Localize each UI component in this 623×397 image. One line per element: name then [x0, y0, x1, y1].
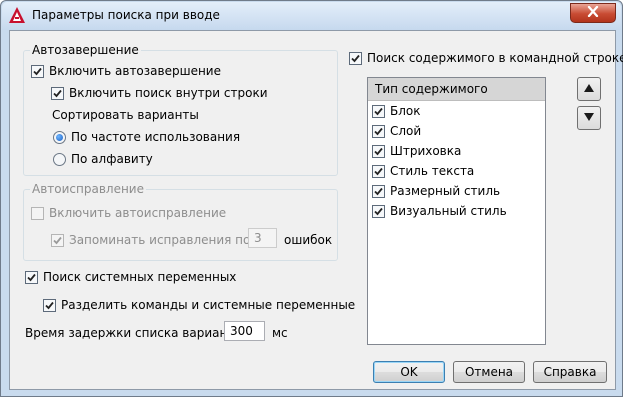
- checkbox-box[interactable]: [43, 298, 56, 312]
- substring-search-label: Включить поиск внутри строки: [69, 86, 268, 100]
- list-item-layer[interactable]: Слой: [368, 121, 545, 141]
- checkbox-box[interactable]: [372, 164, 385, 178]
- list-item-label: Размерный стиль: [390, 184, 501, 198]
- remember-corrections-label: Запоминать исправления после: [69, 233, 273, 247]
- help-button[interactable]: Справка: [533, 361, 607, 383]
- close-button[interactable]: [570, 3, 616, 23]
- substring-search-checkbox[interactable]: Включить поиск внутри строки: [51, 86, 268, 100]
- checkbox-box[interactable]: [372, 204, 385, 218]
- search-sysvars-checkbox[interactable]: Поиск системных переменных: [25, 270, 236, 284]
- cancel-button-label: Отмена: [464, 365, 514, 379]
- checkmark-icon: [53, 236, 62, 244]
- checkmark-icon: [27, 273, 36, 281]
- checkbox-box[interactable]: [372, 124, 385, 138]
- help-button-label: Справка: [543, 365, 597, 379]
- checkbox-box[interactable]: [51, 233, 64, 247]
- ok-button-label: OK: [400, 365, 418, 379]
- dialog-client-area: Автозавершение Включить автозавершение В…: [9, 30, 623, 390]
- sort-by-frequency-label: По частоте использования: [71, 130, 241, 144]
- search-sysvars-label: Поиск системных переменных: [43, 270, 237, 284]
- sort-options-label: Сортировать варианты: [52, 108, 199, 122]
- enable-autocomplete-checkbox[interactable]: Включить автозавершение: [31, 64, 221, 78]
- list-header-text: Тип содержимого: [375, 82, 488, 96]
- ok-button[interactable]: OK: [373, 361, 445, 383]
- title-bar[interactable]: Параметры поиска при вводе: [2, 2, 621, 30]
- checkmark-icon: [45, 301, 54, 309]
- autocorrect-group: Автоисправление: [23, 182, 338, 261]
- enable-autocorrect-label: Включить автоисправление: [49, 206, 227, 220]
- checkmark-icon: [374, 167, 383, 175]
- checkbox-box[interactable]: [51, 86, 64, 100]
- sort-by-frequency-radio[interactable]: По частоте использования: [53, 130, 240, 144]
- list-item-block[interactable]: Блок: [368, 101, 545, 121]
- checkbox-box[interactable]: [31, 206, 44, 220]
- remember-corrections-checkbox[interactable]: Запоминать исправления после: [51, 233, 272, 247]
- corrections-count-input[interactable]: 3: [248, 228, 277, 248]
- checkmark-icon: [351, 54, 360, 62]
- list-item-label: Блок: [390, 104, 421, 118]
- up-arrow-icon: [583, 82, 595, 96]
- list-item-visual-style[interactable]: Визуальный стиль: [368, 201, 545, 221]
- delay-label: Время задержки списка вариантов: [25, 326, 249, 340]
- checkmark-icon: [53, 89, 62, 97]
- radio-button[interactable]: [53, 130, 66, 144]
- list-item-dim-style[interactable]: Размерный стиль: [368, 181, 545, 201]
- delay-value: 300: [230, 324, 253, 338]
- errors-label: ошибок: [284, 233, 332, 247]
- checkbox-box[interactable]: [372, 184, 385, 198]
- enable-autocomplete-label: Включить автозавершение: [49, 64, 221, 78]
- checkmark-icon: [374, 107, 383, 115]
- list-item-hatch[interactable]: Штриховка: [368, 141, 545, 161]
- errors-label-text: ошибок: [284, 233, 333, 247]
- move-down-button[interactable]: [577, 106, 601, 130]
- radio-button[interactable]: [53, 152, 66, 166]
- sort-label-text: Сортировать варианты: [52, 108, 199, 122]
- cancel-button[interactable]: Отмена: [453, 361, 525, 383]
- content-search-checkbox[interactable]: Поиск содержимого в командной строке: [349, 51, 623, 65]
- close-icon: [587, 5, 599, 20]
- delay-input[interactable]: 300: [224, 321, 265, 341]
- sort-alphabetically-label: По алфавиту: [71, 152, 153, 166]
- list-item-label: Штриховка: [390, 144, 462, 158]
- checkbox-box[interactable]: [372, 144, 385, 158]
- list-item-label: Стиль текста: [390, 164, 475, 178]
- sort-alphabetically-radio[interactable]: По алфавиту: [53, 152, 153, 166]
- down-arrow-icon: [583, 111, 595, 125]
- checkbox-box[interactable]: [31, 64, 44, 78]
- separate-commands-checkbox[interactable]: Разделить команды и системные переменные: [43, 298, 355, 312]
- separate-commands-label: Разделить команды и системные переменные: [61, 298, 356, 312]
- content-type-list[interactable]: Тип содержимого Блок Слой Штриховка Стил…: [367, 77, 546, 345]
- list-item-label: Визуальный стиль: [390, 204, 507, 218]
- checkbox-box[interactable]: [372, 104, 385, 118]
- checkmark-icon: [374, 127, 383, 135]
- move-up-button[interactable]: [577, 77, 601, 101]
- window-title: Параметры поиска при вводе: [32, 8, 220, 22]
- list-item-label: Слой: [390, 124, 422, 138]
- checkbox-box[interactable]: [25, 270, 38, 284]
- checkmark-icon: [374, 187, 383, 195]
- autocorrect-legend: Автоисправление: [30, 182, 146, 196]
- checkmark-icon: [374, 207, 383, 215]
- content-search-label: Поиск содержимого в командной строке: [367, 51, 623, 65]
- list-item-text-style[interactable]: Стиль текста: [368, 161, 545, 181]
- autocomplete-legend: Автозавершение: [30, 43, 141, 57]
- checkbox-box[interactable]: [349, 51, 362, 65]
- delay-unit: мс: [272, 326, 288, 340]
- checkmark-icon: [33, 67, 42, 75]
- delay-unit-text: мс: [272, 326, 288, 340]
- delay-label-text: Время задержки списка вариантов: [25, 326, 249, 340]
- autocad-app-icon: [9, 7, 25, 23]
- checkmark-icon: [374, 147, 383, 155]
- dialog-window: Параметры поиска при вводе Автозавершени…: [0, 0, 623, 397]
- enable-autocorrect-checkbox[interactable]: Включить автоисправление: [31, 206, 226, 220]
- list-header: Тип содержимого: [368, 78, 545, 101]
- corrections-count-value: 3: [254, 231, 262, 245]
